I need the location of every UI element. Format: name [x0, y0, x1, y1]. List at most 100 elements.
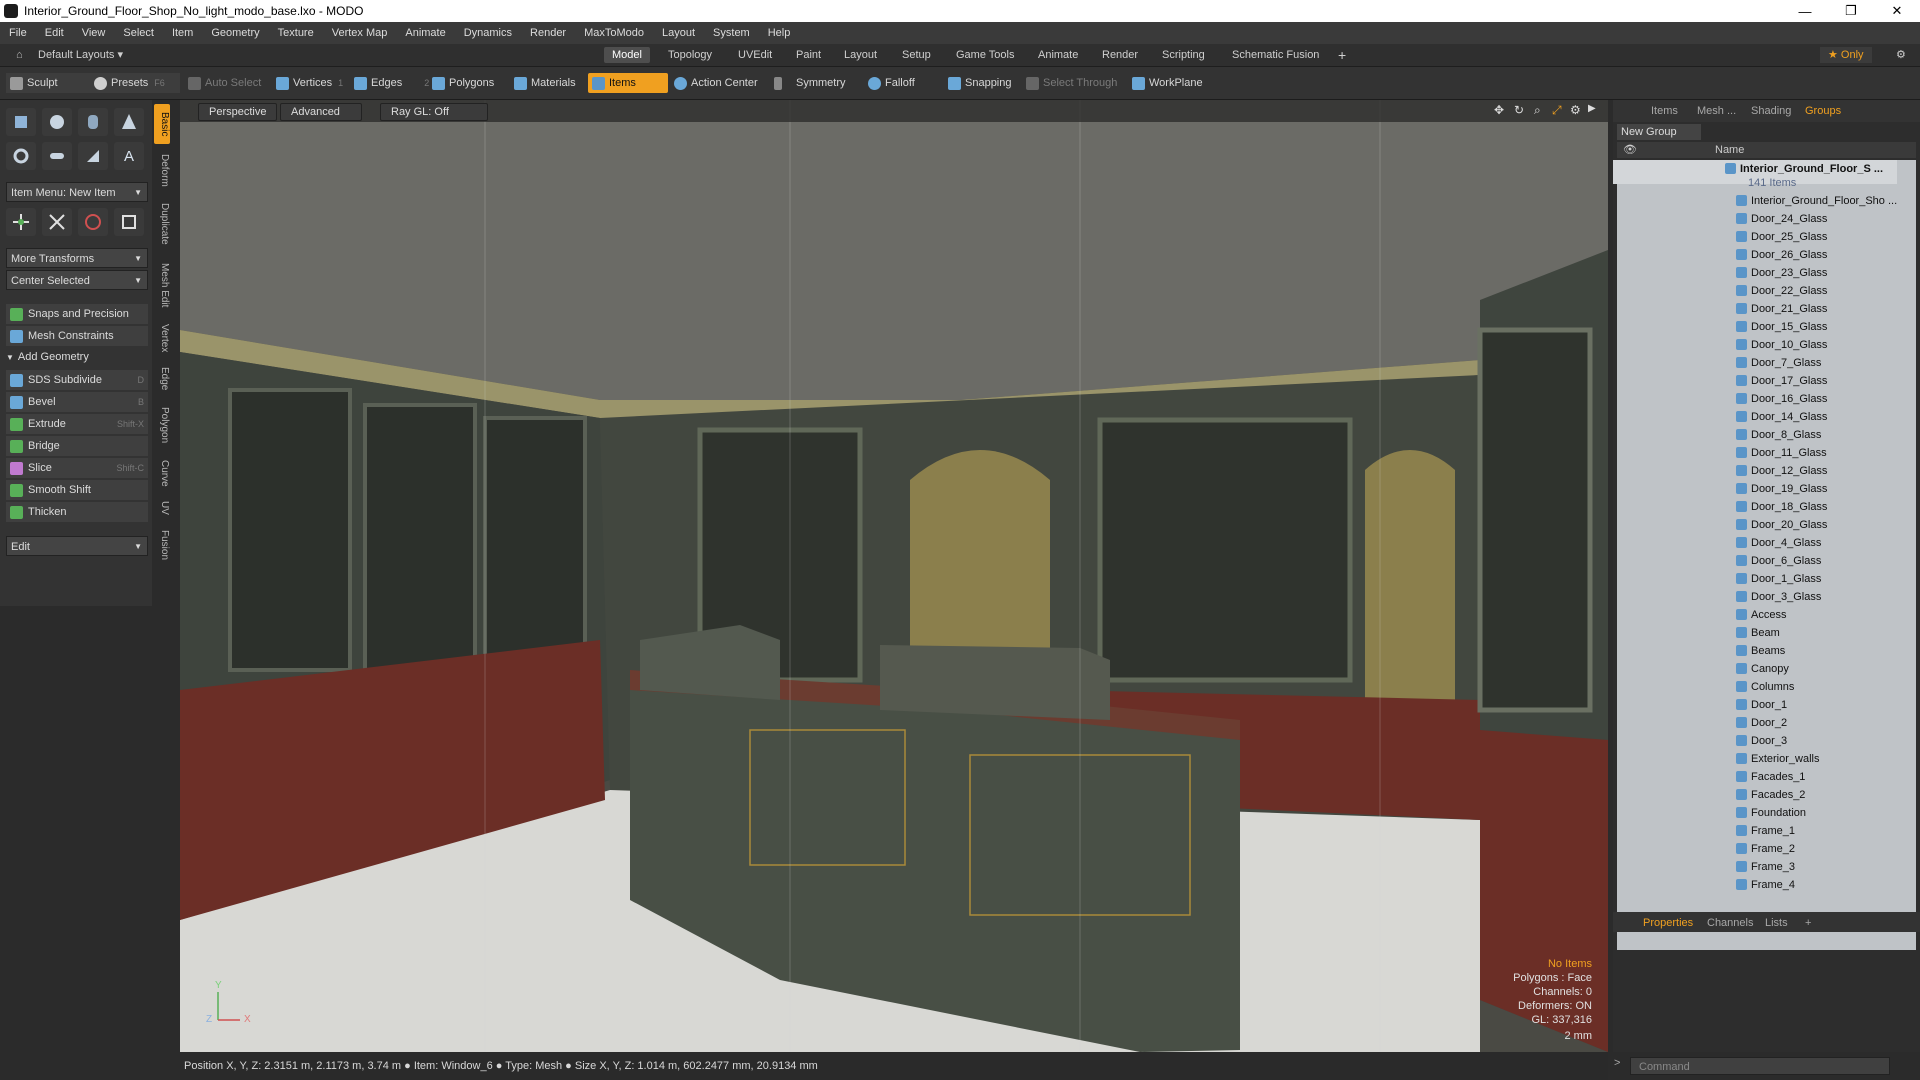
text-tool-icon[interactable]: A — [114, 142, 144, 170]
tab-vertex[interactable]: Vertex — [154, 318, 170, 358]
group-row[interactable]: Door_23_Glass — [1613, 264, 1897, 282]
group-row[interactable]: Door_7_Glass — [1613, 354, 1897, 372]
tab-basic[interactable]: Basic — [154, 104, 170, 144]
minimize-button[interactable]: — — [1782, 4, 1828, 19]
group-row[interactable]: Exterior_walls — [1613, 750, 1897, 768]
tab-setup[interactable]: Setup — [894, 47, 939, 63]
group-row[interactable]: Door_2 — [1613, 714, 1897, 732]
group-row[interactable]: Door_1_Glass — [1613, 570, 1897, 588]
bridge-button[interactable]: Bridge — [6, 436, 148, 456]
tab-scripting[interactable]: Scripting — [1154, 47, 1213, 63]
group-row[interactable]: Door_14_Glass — [1613, 408, 1897, 426]
workplane-button[interactable]: WorkPlane — [1128, 73, 1209, 93]
tab-edge[interactable]: Edge — [154, 362, 170, 396]
sds-subdivide-button[interactable]: SDS Subdivide D — [6, 370, 148, 390]
group-row[interactable]: Door_18_Glass — [1613, 498, 1897, 516]
vertices-button[interactable]: Vertices 1 — [272, 73, 349, 93]
torus-primitive-icon[interactable] — [6, 142, 36, 170]
menu-animate[interactable]: Animate — [396, 27, 454, 39]
maximize-button[interactable]: ❐ — [1828, 3, 1874, 19]
group-row[interactable]: Interior_Ground_Floor_Sho ... — [1613, 192, 1897, 210]
mesh-constraints-button[interactable]: Mesh Constraints — [6, 326, 148, 346]
menu-vertex-map[interactable]: Vertex Map — [323, 27, 397, 39]
group-row[interactable]: Frame_3 — [1613, 858, 1897, 876]
group-row[interactable]: Door_24_Glass — [1613, 210, 1897, 228]
menu-maxtomodo[interactable]: MaxToModo — [575, 27, 653, 39]
group-row[interactable]: Door_17_Glass — [1613, 372, 1897, 390]
3d-viewport[interactable]: Perspective Advanced Ray GL: Off ✥ ↻ ⌕ ⤢… — [180, 100, 1608, 1052]
symmetry-button[interactable]: Symmetry — [770, 73, 852, 93]
tab-schematic-fusion[interactable]: Schematic Fusion — [1224, 47, 1327, 63]
menu-select[interactable]: Select — [114, 27, 163, 39]
select-through-button[interactable]: Select Through — [1022, 73, 1123, 93]
group-row[interactable]: Door_8_Glass — [1613, 426, 1897, 444]
pen-tool-icon[interactable] — [78, 142, 108, 170]
tab-uvedit[interactable]: UVEdit — [730, 47, 780, 63]
name-column-header[interactable]: Name — [1715, 142, 1744, 158]
group-row[interactable]: Door_15_Glass — [1613, 318, 1897, 336]
menu-item[interactable]: Item — [163, 27, 202, 39]
sphere-primitive-icon[interactable] — [42, 108, 72, 136]
group-row[interactable]: Door_6_Glass — [1613, 552, 1897, 570]
group-row[interactable]: Columns — [1613, 678, 1897, 696]
group-row[interactable]: Door_22_Glass — [1613, 282, 1897, 300]
tab-polygon[interactable]: Polygon — [154, 400, 170, 450]
scale-tool-icon[interactable] — [114, 208, 144, 236]
only-toggle[interactable]: ★ Only — [1820, 47, 1872, 63]
tab-topology[interactable]: Topology — [660, 47, 720, 63]
default-layouts-dropdown[interactable]: Default Layouts ▾ — [30, 47, 131, 63]
edit-dropdown[interactable]: Edit ▼ — [6, 536, 148, 556]
smooth-shift-button[interactable]: Smooth Shift — [6, 480, 148, 500]
tab-game-tools[interactable]: Game Tools — [948, 47, 1023, 63]
add-tab-button[interactable]: + — [1797, 915, 1819, 931]
more-transforms-dropdown[interactable]: More Transforms ▼ — [6, 248, 148, 268]
tab-mesh[interactable]: Mesh ... — [1689, 103, 1744, 119]
item-menu-dropdown[interactable]: Item Menu: New Item ▼ — [6, 182, 148, 202]
add-layout-tab-button[interactable]: + — [1330, 47, 1354, 63]
menu-file[interactable]: File — [0, 27, 36, 39]
tab-layout[interactable]: Layout — [836, 47, 885, 63]
group-row[interactable]: Door_16_Glass — [1613, 390, 1897, 408]
group-row[interactable]: Frame_1 — [1613, 822, 1897, 840]
group-row[interactable]: Access — [1613, 606, 1897, 624]
tab-mesh-edit[interactable]: Mesh Edit — [154, 256, 170, 314]
center-selected-dropdown[interactable]: Center Selected ▼ — [6, 270, 148, 290]
menu-geometry[interactable]: Geometry — [202, 27, 268, 39]
cone-primitive-icon[interactable] — [114, 108, 144, 136]
menu-system[interactable]: System — [704, 27, 759, 39]
tab-animate[interactable]: Animate — [1030, 47, 1086, 63]
extrude-button[interactable]: Extrude Shift-X — [6, 414, 148, 434]
cube-primitive-icon[interactable] — [6, 108, 36, 136]
snapping-button[interactable]: Snapping — [944, 73, 1018, 93]
close-button[interactable]: ✕ — [1874, 3, 1920, 19]
thicken-button[interactable]: Thicken — [6, 502, 148, 522]
group-row[interactable]: Door_21_Glass — [1613, 300, 1897, 318]
group-row[interactable]: Door_10_Glass — [1613, 336, 1897, 354]
tab-items[interactable]: Items — [1643, 103, 1686, 119]
command-input[interactable]: Command — [1630, 1057, 1890, 1075]
tab-paint[interactable]: Paint — [788, 47, 829, 63]
bevel-button[interactable]: Bevel B — [6, 392, 148, 412]
capsule-primitive-icon[interactable] — [42, 142, 72, 170]
group-row[interactable]: Door_19_Glass — [1613, 480, 1897, 498]
group-row[interactable]: Door_12_Glass — [1613, 462, 1897, 480]
tab-properties[interactable]: Properties — [1635, 915, 1701, 931]
group-row[interactable]: Facades_2 — [1613, 786, 1897, 804]
rotate-tool-icon[interactable] — [78, 208, 108, 236]
sculpt-button[interactable]: Sculpt — [6, 73, 94, 93]
tab-model[interactable]: Model — [604, 47, 650, 63]
layout-home-icon[interactable]: ⌂ — [8, 47, 31, 63]
view-mode-button[interactable]: Perspective — [198, 103, 278, 121]
tab-lists[interactable]: Lists — [1757, 915, 1796, 931]
menu-edit[interactable]: Edit — [36, 27, 73, 39]
group-row[interactable]: Frame_4 — [1613, 876, 1897, 894]
menu-view[interactable]: View — [73, 27, 115, 39]
shading-mode-button[interactable]: Advanced — [280, 103, 362, 121]
auto-select-button[interactable]: Auto Select — [184, 73, 267, 93]
group-row[interactable]: Door_25_Glass — [1613, 228, 1897, 246]
tab-fusion[interactable]: Fusion — [154, 524, 170, 566]
group-row[interactable]: Beam — [1613, 624, 1897, 642]
group-row[interactable]: Door_3_Glass — [1613, 588, 1897, 606]
transform-tool-icon[interactable] — [42, 208, 72, 236]
cylinder-primitive-icon[interactable] — [78, 108, 108, 136]
